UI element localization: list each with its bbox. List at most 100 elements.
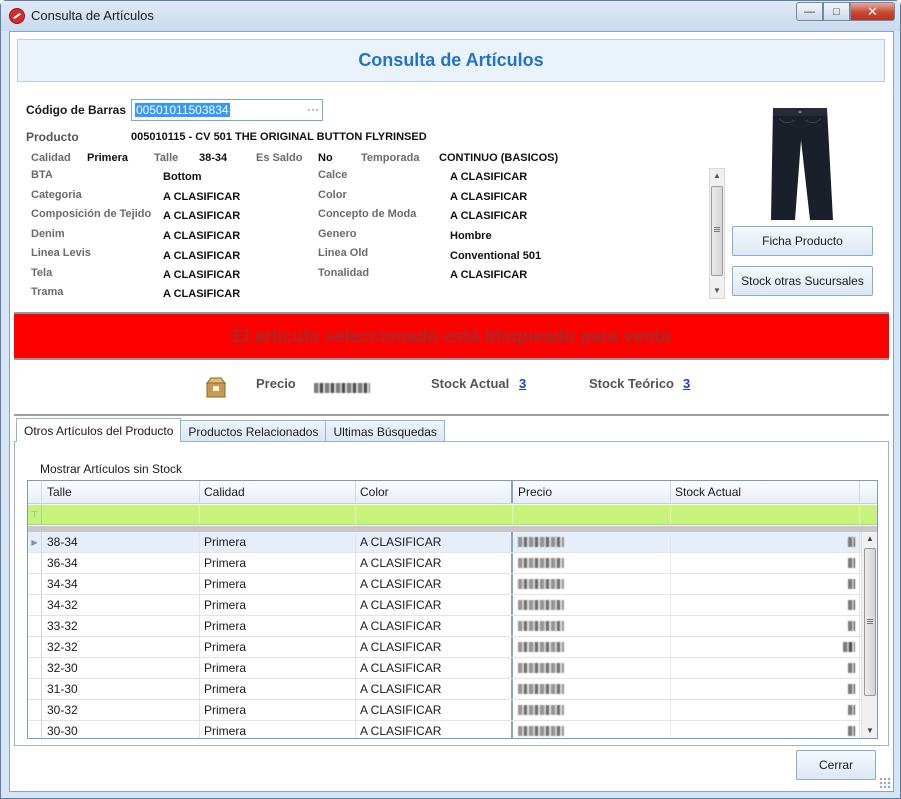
column-header-precio[interactable]: Precio <box>514 481 671 503</box>
table-row[interactable]: ▶ 38-34 Primera A CLASIFICAR <box>28 532 861 553</box>
cell-calidad: Primera <box>200 721 356 738</box>
tab-ultimas-busquedas[interactable]: Ultimas Búsquedas <box>325 420 445 442</box>
table-row[interactable]: 31-30 Primera A CLASIFICAR <box>28 679 861 700</box>
table-row[interactable]: 34-32 Primera A CLASIFICAR <box>28 595 861 616</box>
attr-label: Denim <box>31 228 65 240</box>
scroll-up-icon[interactable]: ▲ <box>710 169 724 183</box>
row-indicator <box>28 700 42 720</box>
attr-label: Linea Old <box>318 247 369 259</box>
tab-panel: Mostrar Artículos sin Stock Talle Calida… <box>14 441 889 746</box>
cell-stock <box>671 616 860 636</box>
filter-cell-stock[interactable] <box>671 505 860 524</box>
column-header-calidad[interactable]: Calidad <box>200 481 356 503</box>
ficha-producto-button[interactable]: Ficha Producto <box>732 226 873 256</box>
scroll-up-icon[interactable]: ▲ <box>862 532 877 546</box>
temporada-value: CONTINUO (BASICOS) <box>439 152 559 164</box>
cell-stock <box>671 637 860 657</box>
articles-grid: Talle Calidad Color Precio Stock Actual … <box>27 480 878 739</box>
grid-scrollbar[interactable]: ▲ ▼ <box>861 532 877 738</box>
stock-actual-link[interactable]: 3 <box>519 376 526 391</box>
barcode-input[interactable]: 00501011503834 ··· <box>131 99 323 121</box>
show-no-stock-toggle[interactable]: Mostrar Artículos sin Stock <box>40 462 182 476</box>
cell-stock <box>671 532 860 552</box>
filter-row[interactable]: ⊤ <box>28 505 877 525</box>
cell-color: A CLASIFICAR <box>356 679 513 699</box>
app-window: Consulta de Artículos — □ ✕ Consulta de … <box>0 0 901 799</box>
stock-sucursales-button[interactable]: Stock otras Sucursales <box>732 266 873 296</box>
calidad-label: Calidad <box>31 152 71 164</box>
minimize-button[interactable]: — <box>796 2 823 21</box>
table-row[interactable]: 30-32 Primera A CLASIFICAR <box>28 700 861 721</box>
cell-talle: 34-32 <box>43 595 200 615</box>
cell-color: A CLASIFICAR <box>356 595 513 615</box>
attr-label: Tonalidad <box>318 267 370 279</box>
cell-stock <box>671 658 860 678</box>
column-header-talle[interactable]: Talle <box>43 481 200 503</box>
attr-label: Categoria <box>31 189 82 201</box>
scrollbar-thumb[interactable] <box>711 186 723 276</box>
cell-calidad: Primera <box>200 679 356 699</box>
row-indicator <box>28 658 42 678</box>
grid-rows: ▶ 38-34 Primera A CLASIFICAR 36-34 Prime… <box>28 532 861 738</box>
cell-calidad: Primera <box>200 574 356 594</box>
cell-color: A CLASIFICAR <box>356 700 513 720</box>
saldo-value: No <box>318 152 333 164</box>
table-row[interactable]: 34-34 Primera A CLASIFICAR <box>28 574 861 595</box>
table-row[interactable]: 33-32 Primera A CLASIFICAR <box>28 616 861 637</box>
page-title: Consulta de Artículos <box>17 39 885 82</box>
cerrar-button[interactable]: Cerrar <box>796 750 876 780</box>
attr-value: Bottom <box>163 171 202 183</box>
table-row[interactable]: 30-30 Primera A CLASIFICAR <box>28 721 861 738</box>
attr-label: Concepto de Moda <box>318 208 417 220</box>
column-header-color[interactable]: Color <box>356 481 513 503</box>
attributes-panel: BTA Bottom Categoria A CLASIFICAR Compos… <box>24 169 704 299</box>
scroll-down-icon[interactable]: ▼ <box>862 724 877 738</box>
tab-productos-relacionados[interactable]: Productos Relacionados <box>180 420 327 442</box>
attr-value: A CLASIFICAR <box>163 210 241 222</box>
talle-value: 38-34 <box>199 152 228 164</box>
attr-label: Color <box>318 189 347 201</box>
attr-value: A CLASIFICAR <box>450 269 528 281</box>
attr-value: A CLASIFICAR <box>450 210 528 222</box>
blocked-alert: El artículo seleccionado está bloqueado … <box>14 312 889 360</box>
attr-value: A CLASIFICAR <box>163 191 241 203</box>
cell-talle: 32-30 <box>43 658 200 678</box>
cell-color: A CLASIFICAR <box>356 616 513 636</box>
table-row[interactable]: 32-32 Primera A CLASIFICAR <box>28 637 861 658</box>
filter-cell-color[interactable] <box>356 505 513 524</box>
temporada-label: Temporada <box>361 152 420 164</box>
close-button[interactable]: ✕ <box>850 2 895 21</box>
scroll-down-icon[interactable]: ▼ <box>710 284 724 298</box>
cell-precio <box>514 574 671 594</box>
filter-cell-precio[interactable] <box>514 505 671 524</box>
row-indicator <box>28 553 42 573</box>
product-label: Producto <box>26 130 79 144</box>
filter-cell-talle[interactable] <box>43 505 200 524</box>
cell-talle: 34-34 <box>43 574 200 594</box>
app-icon <box>9 8 25 24</box>
barcode-browse-button[interactable]: ··· <box>307 102 319 116</box>
cell-calidad: Primera <box>200 616 356 636</box>
title-bar[interactable]: Consulta de Artículos — □ ✕ <box>1 1 900 31</box>
package-icon <box>205 377 227 398</box>
scrollbar-thumb[interactable] <box>864 548 876 696</box>
cell-precio <box>514 721 671 738</box>
column-header-stock[interactable]: Stock Actual <box>671 481 860 503</box>
attributes-scrollbar[interactable]: ▲ ▼ <box>709 168 725 299</box>
resize-grip-icon[interactable] <box>879 777 891 789</box>
cell-calidad: Primera <box>200 637 356 657</box>
tab-otros-articulos[interactable]: Otros Artículos del Producto <box>16 418 182 442</box>
cell-calidad: Primera <box>200 532 356 552</box>
cell-color: A CLASIFICAR <box>356 658 513 678</box>
attr-label: Genero <box>318 228 357 240</box>
stock-teorico-link[interactable]: 3 <box>683 376 690 391</box>
table-row[interactable]: 36-34 Primera A CLASIFICAR <box>28 553 861 574</box>
maximize-button[interactable]: □ <box>823 2 850 21</box>
filter-cell-calidad[interactable] <box>200 505 356 524</box>
stock-teorico-label: Stock Teórico <box>589 376 675 391</box>
row-indicator <box>28 637 42 657</box>
tab-bar: Otros Artículos del Producto Productos R… <box>16 418 445 442</box>
row-indicator-icon: ▶ <box>28 532 42 552</box>
filter-icon: ⊤ <box>28 505 42 524</box>
table-row[interactable]: 32-30 Primera A CLASIFICAR <box>28 658 861 679</box>
